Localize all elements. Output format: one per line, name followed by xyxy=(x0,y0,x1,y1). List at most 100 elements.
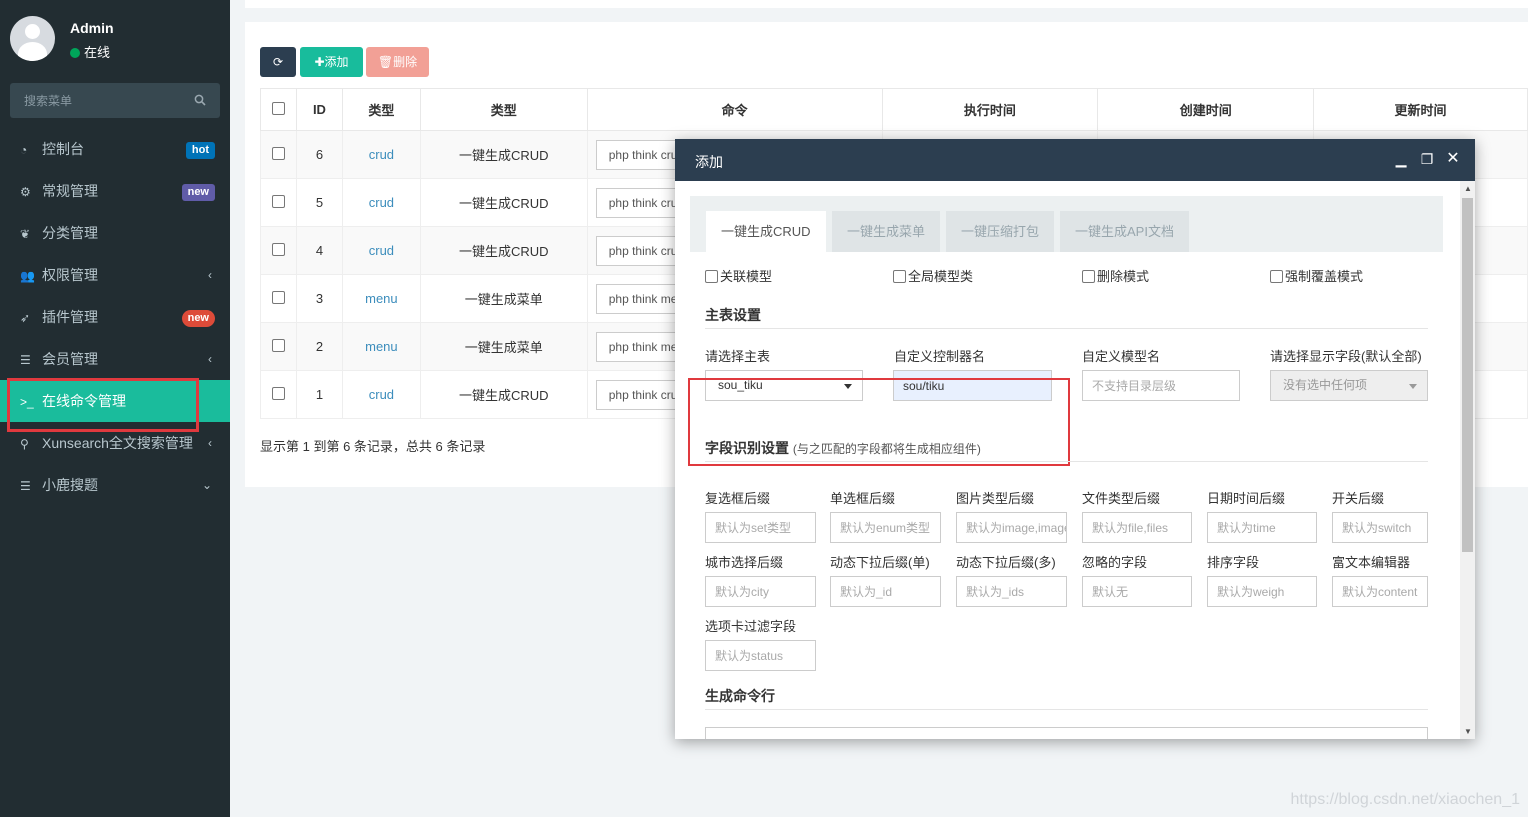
type-link[interactable]: crud xyxy=(341,130,421,179)
sidebar-menu: ◔ 控制台 hot ⚙ 常规管理 new ❦ 分类管理 👥 权限管理 ‹ ➶ 插件管理 n… xyxy=(0,128,230,506)
radio-suffix-input[interactable] xyxy=(830,512,941,543)
suffix-label: 富文本编辑器 xyxy=(1332,555,1411,570)
modal-scrollbar[interactable]: ▲ ▼ xyxy=(1460,181,1475,739)
sort-field-input[interactable] xyxy=(1207,576,1317,607)
sidebar-item-command[interactable]: >_ 在线命令管理 xyxy=(0,380,230,422)
command-textarea[interactable] xyxy=(705,727,1428,739)
image-suffix-input[interactable] xyxy=(956,512,1067,543)
type-link[interactable]: crud xyxy=(341,226,421,275)
model-input[interactable] xyxy=(1082,370,1240,401)
sidebar-item-xunsearch[interactable]: ⚲ Xunsearch全文搜索管理 ‹ xyxy=(0,422,230,464)
id-cell: 6 xyxy=(295,130,343,179)
tab-menu[interactable]: 一键生成菜单 xyxy=(832,211,941,252)
new-badge: new xyxy=(181,310,215,327)
sidebar-search-input[interactable] xyxy=(10,83,185,118)
sidebar-item-label: 在线命令管理 xyxy=(42,393,126,409)
table-select[interactable]: sou_tiku xyxy=(705,370,863,401)
sidebar-item-label: 小鹿搜题 xyxy=(42,477,98,493)
fields-select[interactable]: 没有选中任何项 xyxy=(1270,370,1428,401)
switch-suffix-input[interactable] xyxy=(1332,512,1428,543)
tab-api[interactable]: 一键生成API文档 xyxy=(1060,211,1189,252)
row-checkbox[interactable] xyxy=(271,146,285,160)
col-header[interactable]: ID xyxy=(295,88,343,131)
sidebar-item-addon[interactable]: ➶ 插件管理 new xyxy=(0,296,230,338)
row-checkbox[interactable] xyxy=(271,242,285,256)
field-section-label: 字段识别设置 xyxy=(705,440,789,456)
sidebar-item-label: 权限管理 xyxy=(42,267,98,283)
sidebar-item-label: 插件管理 xyxy=(42,309,98,325)
type-name-cell: 一键生成CRUD xyxy=(419,226,588,275)
city-suffix-input[interactable] xyxy=(705,576,816,607)
selectpages-suffix-input[interactable] xyxy=(956,576,1067,607)
sidebar-item-general[interactable]: ⚙ 常规管理 new xyxy=(0,170,230,212)
maximize-icon[interactable]: ❐ xyxy=(1417,149,1437,169)
row-checkbox[interactable] xyxy=(271,338,285,352)
type-link[interactable]: menu xyxy=(341,274,421,323)
sidebar-item-category[interactable]: ❦ 分类管理 xyxy=(0,212,230,254)
type-link[interactable]: crud xyxy=(341,178,421,227)
search-icon[interactable] xyxy=(194,94,206,106)
type-link[interactable]: crud xyxy=(341,370,421,419)
controller-input[interactable] xyxy=(893,370,1052,401)
file-suffix-input[interactable] xyxy=(1082,512,1192,543)
tab-filter-input[interactable] xyxy=(705,640,816,671)
type-link[interactable]: menu xyxy=(341,322,421,371)
col-header[interactable]: 类型 xyxy=(419,88,588,131)
suffix-label: 开关后缀 xyxy=(1332,491,1385,506)
user-name: Admin xyxy=(70,20,114,36)
command-section-title: 生成命令行 xyxy=(705,688,775,704)
delete-button[interactable]: 🗑删除 xyxy=(366,47,429,77)
col-header[interactable]: 更新时间 xyxy=(1313,88,1528,131)
datetime-suffix-input[interactable] xyxy=(1207,512,1317,543)
col-header[interactable]: 创建时间 xyxy=(1097,88,1315,131)
row-checkbox[interactable] xyxy=(271,194,285,208)
caret-down-icon xyxy=(1409,384,1417,389)
sidebar-item-user[interactable]: ☰ 会员管理 ‹ xyxy=(0,338,230,380)
type-name-cell: 一键生成菜单 xyxy=(419,322,588,371)
sidebar-item-dashboard[interactable]: ◔ 控制台 hot xyxy=(0,128,230,170)
scroll-down-icon[interactable]: ▼ xyxy=(1464,727,1472,736)
sidebar-item-auth[interactable]: 👥 权限管理 ‹ xyxy=(0,254,230,296)
col-header[interactable]: 命令 xyxy=(586,88,883,131)
sidebar-item-label: 会员管理 xyxy=(42,351,98,367)
relation-checkbox[interactable] xyxy=(705,270,718,283)
search-icon: ⚲ xyxy=(20,437,29,451)
avatar[interactable] xyxy=(10,16,55,61)
sidebar-item-label: Xunsearch全文搜索管理 xyxy=(42,435,193,451)
col-header[interactable]: 类型 xyxy=(341,88,421,131)
fields-select-value: 没有选中任何项 xyxy=(1283,378,1368,392)
add-button[interactable]: ✚添加 xyxy=(300,47,363,77)
scroll-up-icon[interactable]: ▲ xyxy=(1464,184,1472,193)
ignore-fields-input[interactable] xyxy=(1082,576,1192,607)
row-checkbox-cell xyxy=(260,226,297,275)
selectpage-suffix-input[interactable] xyxy=(830,576,941,607)
sidebar-item-xiaolu[interactable]: ☰ 小鹿搜题 ⌄ xyxy=(0,464,230,506)
close-icon[interactable]: ✕ xyxy=(1443,149,1463,169)
refresh-button[interactable]: ⟳ xyxy=(260,47,296,77)
option-force[interactable]: 强制覆盖模式 xyxy=(1270,266,1363,285)
tab-crud[interactable]: 一键生成CRUD xyxy=(706,211,826,252)
col-header[interactable]: 执行时间 xyxy=(881,88,1099,131)
option-global-model[interactable]: 全局模型类 xyxy=(893,266,973,285)
chevron-left-icon: ‹ xyxy=(208,352,212,366)
force-checkbox[interactable] xyxy=(1270,270,1283,283)
checkbox-suffix-input[interactable] xyxy=(705,512,816,543)
delete-mode-checkbox[interactable] xyxy=(1082,270,1095,283)
main-section-title: 主表设置 xyxy=(705,307,761,323)
row-checkbox[interactable] xyxy=(271,386,285,400)
modal-header[interactable]: 添加 ▁ ❐ ✕ xyxy=(675,139,1475,181)
option-delete-mode[interactable]: 删除模式 xyxy=(1082,266,1149,285)
minimize-icon[interactable]: ▁ xyxy=(1391,149,1411,169)
suffix-label: 图片类型后缀 xyxy=(956,491,1035,506)
modal-title: 添加 xyxy=(695,154,723,170)
option-label: 关联模型 xyxy=(720,269,773,284)
id-cell: 5 xyxy=(295,178,343,227)
select-all-checkbox[interactable] xyxy=(271,101,285,115)
tab-zip[interactable]: 一键压缩打包 xyxy=(946,211,1055,252)
option-relation[interactable]: 关联模型 xyxy=(705,266,772,285)
global-model-checkbox[interactable] xyxy=(893,270,906,283)
pagination-info: 显示第 1 到第 6 条记录，总共 6 条记录 xyxy=(260,439,486,454)
editor-suffix-input[interactable] xyxy=(1332,576,1428,607)
row-checkbox[interactable] xyxy=(271,290,285,304)
scroll-thumb[interactable] xyxy=(1462,198,1473,552)
